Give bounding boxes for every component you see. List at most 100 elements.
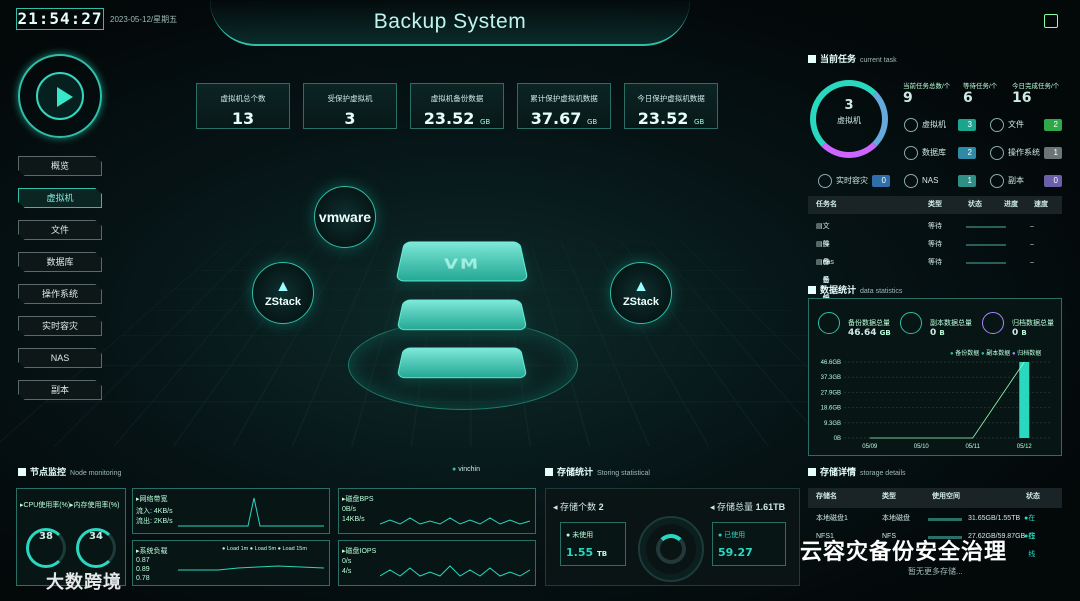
disk-bps-title: ▸磁盘BPS [342, 496, 374, 503]
nav-item-realtime-dr[interactable]: 实时容灾 [18, 316, 102, 336]
watermark-right: 云容灾备份安全治理 [800, 539, 1008, 564]
backup-data-icon [818, 312, 840, 334]
nav-item-nas[interactable]: NAS [18, 348, 102, 368]
y-tick-label: 9.3GB [824, 421, 841, 427]
stat-value: 46.64 GB [848, 328, 891, 338]
nav-item-copy[interactable]: 副本 [18, 380, 102, 400]
nav-item-overview[interactable]: 概览 [18, 156, 102, 176]
kpi-card: 虚拟机备份数据 23.52 GB [410, 83, 504, 129]
tag-os[interactable]: 操作系统 1 [990, 146, 1062, 160]
tag-realtime-dr[interactable]: 实时容灾 0 [818, 174, 890, 188]
clock: 21:54:27 [16, 8, 104, 30]
copy-data-icon [900, 312, 922, 334]
mem-label: ▸内存使用率(%) [70, 502, 120, 509]
nav-item-database[interactable]: 数据库 [18, 252, 102, 272]
mem-gauge: 34 [76, 528, 116, 568]
x-tick-label: 05/09 [862, 444, 878, 450]
stat-value: 6 [963, 90, 973, 106]
storage-stats-header: 存储统计 Storing statistical [545, 465, 650, 478]
tag-nas[interactable]: NAS 1 [904, 174, 976, 188]
kpi-card: 今日保护虚拟机数据 23.52 GB [624, 83, 718, 129]
cpu-label: ▸CPU使用率(%) [20, 502, 71, 509]
storage-ring-inner [656, 534, 686, 564]
disk-iops-write: 4/s [342, 568, 352, 575]
sidebar-nav: 概览 虚拟机 文件 数据库 操作系统 实时容灾 NAS 副本 [18, 156, 102, 412]
cpu-gauge: 38 [26, 528, 66, 568]
stat-label: 副本数据总量 [930, 320, 972, 327]
load-value: 0.87 [136, 557, 150, 564]
disk-iops-read: 0/s [342, 558, 352, 565]
nav-item-vm[interactable]: 虚拟机 [18, 188, 102, 208]
load-value: 0.78 [136, 575, 150, 582]
no-more-storage: 暂无更多存储... [908, 567, 963, 576]
tag-vm[interactable]: 虚拟机 3 [904, 118, 976, 132]
current-task-header: 当前任务 current task [808, 52, 897, 65]
y-tick-label: 37.3GB [821, 375, 841, 381]
storage-count: ◂ 存储个数 2 [553, 502, 604, 512]
network-title: ▸网络带宽 [136, 496, 168, 503]
x-tick-label: 05/12 [1017, 444, 1033, 450]
dashboard: 21:54:27 2023-05-12/星期五 Backup System 概览… [0, 0, 1080, 601]
used-card [712, 522, 786, 566]
table-row[interactable]: ▤ 操作系统备份任务1等待– [808, 236, 1062, 392]
stat-value: 16 [1012, 90, 1032, 106]
table-row[interactable]: ▤ 文件备份任务1等待– [808, 218, 1062, 338]
kpi-card: 虚拟机总个数 13 [196, 83, 290, 129]
data-stats-header: 数据统计 data statistics [808, 283, 902, 296]
table-row[interactable]: ▤ nas备份任务1等待– [808, 254, 1062, 338]
x-tick-label: 05/11 [965, 444, 980, 450]
unused-value: 1.55 TB [566, 546, 608, 559]
tag-copy[interactable]: 副本 0 [990, 174, 1062, 188]
host-name: ● vinchin [452, 466, 480, 473]
nav-item-os[interactable]: 操作系统 [18, 284, 102, 304]
stat-value: 9 [903, 90, 913, 106]
vm-stack-graphic: VM [388, 224, 536, 400]
storage-detail-header: 存储详情 storage details [808, 465, 906, 478]
page-title: Backup System [373, 10, 527, 33]
tag-database[interactable]: 数据库 2 [904, 146, 976, 160]
play-icon [57, 87, 73, 107]
used-label: ● 已使用 [718, 532, 746, 539]
task-ring-label: 虚拟机 [837, 116, 861, 125]
data-stats-chart: 46.6GB 37.3GB 27.9GB 18.6GB 9.3GB 0B 05/09 05/1… [821, 360, 1050, 450]
load-legend: ● Load 1m ● Load 5m ● Load 15m [222, 546, 307, 552]
x-tick-label: 05/10 [914, 444, 930, 450]
storage-total: ◂ 存储总量 1.61TB [710, 502, 786, 512]
disk-bps-read: 0B/s [342, 506, 357, 513]
y-tick-label: 18.6GB [821, 406, 841, 412]
disk-bps-sparkline [380, 517, 530, 525]
y-tick-label: 27.9GB [821, 390, 841, 396]
title-bar: Backup System [210, 0, 690, 46]
y-tick-label: 0B [834, 436, 841, 442]
net-out: 流出: 2KB/s [136, 518, 173, 525]
watermark-left: 大数跨境 [46, 572, 122, 592]
table-header: 存储名 类型 使用空间 状态 [808, 488, 1062, 508]
disk-iops-sparkline [380, 565, 530, 577]
unused-label: ● 未使用 [566, 532, 594, 539]
zstack-logo-right: ▲ ZStack [610, 262, 672, 324]
kpi-card: 受保护虚拟机 3 [303, 83, 397, 129]
nav-item-file[interactable]: 文件 [18, 220, 102, 240]
net-in: 流入: 4KB/s [136, 508, 173, 515]
disk-iops-title: ▸磁盘IOPS [342, 548, 377, 555]
load-value: 0.89 [136, 566, 150, 573]
load-title: ▸系统负载 [136, 548, 168, 555]
bar [1019, 362, 1030, 438]
unused-card [560, 522, 626, 566]
table-row[interactable]: 本地磁盘1 本地磁盘 31.65GB/1.55TB ● 在线 [808, 510, 1062, 540]
play-button[interactable] [18, 54, 102, 138]
node-monitor-header: 节点监控 Node monitoring [18, 465, 121, 478]
tag-file[interactable]: 文件 2 [990, 118, 1062, 132]
y-tick-label: 46.6GB [821, 360, 841, 366]
trend-line [869, 361, 1025, 439]
stat-value: 0 B [1012, 328, 1027, 338]
archive-data-icon [982, 312, 1004, 334]
stat-label: 备份数据总量 [848, 320, 890, 327]
stat-label: 当前任务总数/个 [903, 83, 951, 90]
stat-label: 等待任务/个 [963, 83, 998, 90]
task-ring-value: 3 [844, 98, 854, 113]
zstack-logo-left: ▲ ZStack [252, 262, 314, 324]
date: 2023-05-12/星期五 [110, 15, 178, 24]
load-sparkline [178, 565, 324, 571]
fullscreen-icon[interactable] [1044, 14, 1058, 28]
